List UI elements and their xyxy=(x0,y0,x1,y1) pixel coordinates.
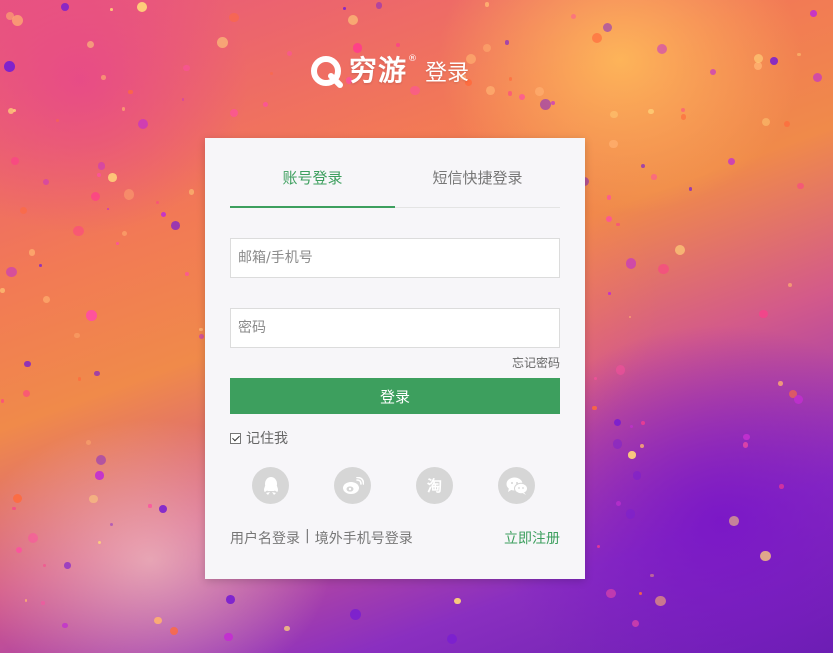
password-input[interactable] xyxy=(230,308,560,348)
weibo-login-button[interactable] xyxy=(334,467,371,504)
login-card: 账号登录 短信快捷登录 忘记密码 登录 记住我 淘 xyxy=(205,138,585,579)
remember-me-checkbox[interactable] xyxy=(230,432,241,444)
qyer-q-logo-icon xyxy=(309,52,347,90)
page-title: 登录 xyxy=(425,61,470,86)
link-separator: | xyxy=(305,528,310,544)
logo: 穷游 ® 登录 xyxy=(309,50,469,90)
username-input[interactable] xyxy=(230,238,560,278)
register-link[interactable]: 立即注册 xyxy=(504,528,560,548)
overseas-phone-login-link[interactable]: 境外手机号登录 xyxy=(315,528,413,548)
weibo-icon xyxy=(342,476,364,494)
tab-account-login[interactable]: 账号登录 xyxy=(230,138,395,208)
social-login-row: 淘 xyxy=(252,467,542,507)
registered-mark: ® xyxy=(408,54,418,64)
taobao-login-button[interactable]: 淘 xyxy=(416,467,453,504)
forgot-password-link[interactable]: 忘记密码 xyxy=(512,354,560,371)
brand-name: 穷游 xyxy=(349,54,408,87)
wechat-login-button[interactable] xyxy=(498,467,535,504)
login-tabs: 账号登录 短信快捷登录 xyxy=(230,138,560,208)
login-button[interactable]: 登录 xyxy=(230,378,560,414)
taobao-icon: 淘 xyxy=(426,477,442,495)
qq-login-button[interactable] xyxy=(252,467,289,504)
alternative-login-links: 用户名登录 | 境外手机号登录 xyxy=(230,528,413,548)
remember-me: 记住我 xyxy=(230,428,288,448)
tab-sms-login[interactable]: 短信快捷登录 xyxy=(395,138,560,207)
wechat-icon xyxy=(506,477,528,495)
remember-me-label: 记住我 xyxy=(246,431,288,447)
qq-icon xyxy=(263,476,278,495)
username-login-link[interactable]: 用户名登录 xyxy=(230,528,300,548)
